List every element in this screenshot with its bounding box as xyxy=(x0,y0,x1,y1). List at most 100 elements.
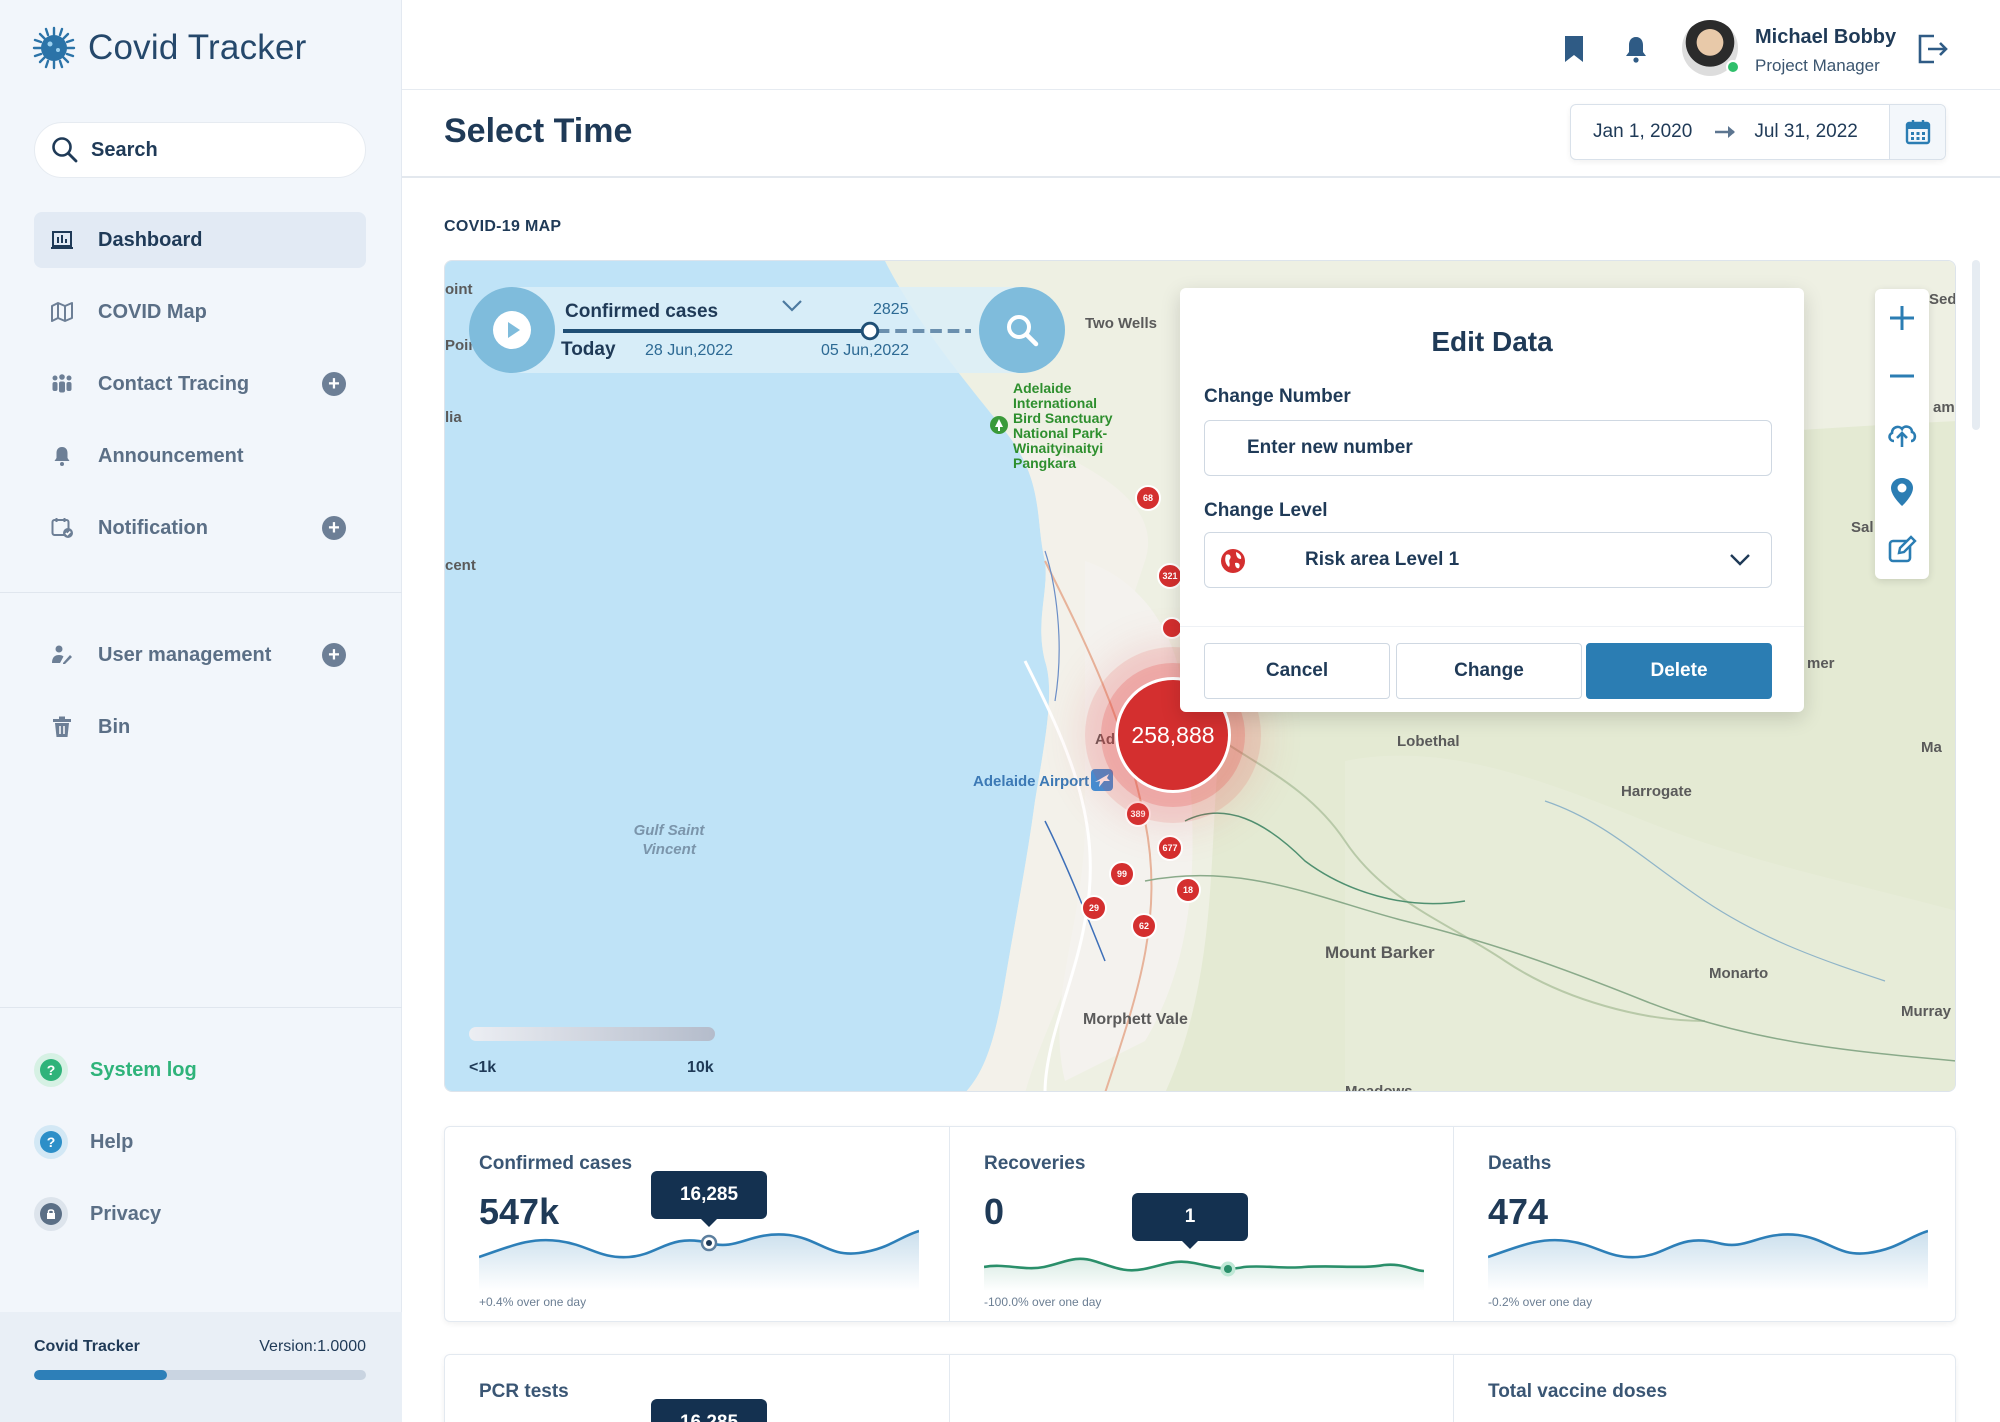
sidebar: Covid Tracker Search Dashboard COVID Map xyxy=(0,0,402,1422)
bell-icon[interactable] xyxy=(1622,34,1650,64)
sidebar-item-system-log[interactable]: ? System log xyxy=(34,1053,197,1087)
stat-card-change: -100.0% over one day xyxy=(984,1295,1102,1309)
map-label-murray: Murray xyxy=(1901,1003,1952,1020)
sidebar-item-contact-tracing[interactable]: Contact Tracing + xyxy=(34,356,366,412)
question-icon: ? xyxy=(34,1053,68,1087)
map-label-airport: Adelaide Airport xyxy=(973,773,1090,790)
sparkline-tooltip: 1 xyxy=(1132,1193,1248,1249)
sidebar-item-label: Dashboard xyxy=(98,228,203,251)
map-search-button[interactable] xyxy=(979,287,1065,373)
cluster-marker[interactable]: 68 xyxy=(1135,485,1161,511)
cluster-marker[interactable]: 389 xyxy=(1125,801,1151,827)
timeline-today-date: 28 Jun,2022 xyxy=(645,342,734,359)
zoom-in-button[interactable] xyxy=(1875,289,1929,347)
change-number-input[interactable] xyxy=(1204,420,1772,476)
user-name: Michael Bobby xyxy=(1755,26,1897,48)
avatar[interactable] xyxy=(1682,20,1740,76)
people-icon xyxy=(52,374,72,393)
sidebar-item-notification[interactable]: Notification + xyxy=(34,500,366,556)
location-button[interactable] xyxy=(1875,463,1929,521)
airport-icon xyxy=(1091,769,1113,791)
change-number-label: Change Number xyxy=(1204,386,1351,407)
cluster-marker[interactable]: 29 xyxy=(1081,895,1107,921)
dialog-footer: Cancel Change Delete xyxy=(1180,626,1804,712)
map-label-two-wells: Two Wells xyxy=(1085,315,1157,332)
date-from[interactable]: Jan 1, 2020 xyxy=(1593,121,1692,143)
date-range-picker[interactable]: Jan 1, 2020 Jul 31, 2022 xyxy=(1570,104,1946,160)
sparkline-chart xyxy=(479,1229,919,1291)
chevron-down-icon[interactable] xyxy=(781,299,803,313)
cluster-marker[interactable]: 99 xyxy=(1109,861,1135,887)
sparkline-tooltip: 16,285 xyxy=(651,1399,767,1422)
top-bar: Michael Bobby Project Manager xyxy=(402,0,2000,90)
edit-data-dialog: Edit Data Change Number Change Level Ris… xyxy=(1180,288,1804,712)
search-box[interactable]: Search xyxy=(34,122,366,178)
trash-icon xyxy=(53,716,71,737)
add-notification-button[interactable]: + xyxy=(322,516,346,540)
stat-card-vaccine-doses[interactable]: Total vaccine doses xyxy=(1453,1355,1957,1422)
chart-icon xyxy=(51,231,73,249)
map-icon xyxy=(51,302,73,322)
logout-icon[interactable] xyxy=(1916,32,1950,66)
calendar-button[interactable] xyxy=(1889,105,1945,159)
date-to[interactable]: Jul 31, 2022 xyxy=(1754,121,1858,143)
edit-button[interactable] xyxy=(1875,521,1929,579)
app-logo[interactable]: Covid Tracker xyxy=(32,26,307,70)
stat-card-title: PCR tests xyxy=(479,1381,569,1402)
page-scrollbar[interactable] xyxy=(1972,260,1980,430)
sidebar-item-dashboard[interactable]: Dashboard xyxy=(34,212,366,268)
map-legend-gradient xyxy=(469,1027,715,1041)
play-icon xyxy=(493,311,531,349)
sidebar-divider xyxy=(0,1007,402,1008)
stats-cards-row-2: PCR tests 16,285 Total vaccine doses xyxy=(444,1354,1956,1422)
plus-icon xyxy=(1890,306,1914,330)
play-button[interactable] xyxy=(469,287,555,373)
sidebar-item-label: System log xyxy=(90,1058,197,1081)
chevron-down-icon xyxy=(1730,554,1750,566)
version-progress-fill xyxy=(34,1370,167,1380)
globe-risk-icon xyxy=(1221,549,1245,573)
cluster-marker[interactable]: 677 xyxy=(1157,835,1183,861)
add-user-button[interactable]: + xyxy=(322,643,346,667)
map-toolbar xyxy=(1875,289,1929,579)
map-label-mer: mer xyxy=(1807,655,1835,672)
sidebar-item-label: COVID Map xyxy=(98,300,207,323)
delete-button[interactable]: Delete xyxy=(1586,643,1772,699)
lock-icon xyxy=(34,1197,68,1231)
sidebar-item-help[interactable]: ? Help xyxy=(34,1125,133,1159)
map-label-morphett-vale: Morphett Vale xyxy=(1083,1011,1188,1028)
zoom-out-button[interactable] xyxy=(1875,347,1929,405)
map-label-mount-barker: Mount Barker xyxy=(1325,943,1435,962)
sidebar-item-announcement[interactable]: Announcement xyxy=(34,428,366,484)
cluster-marker[interactable]: 62 xyxy=(1131,913,1157,939)
add-contact-tracing-button[interactable]: + xyxy=(322,372,346,396)
cancel-button[interactable]: Cancel xyxy=(1204,643,1390,699)
edit-icon xyxy=(1888,535,1917,563)
map-label-ma: Ma xyxy=(1921,739,1942,756)
sparkline-tooltip: 16,285 xyxy=(651,1171,767,1227)
map-label-harrogate: Harrogate xyxy=(1621,783,1692,800)
stat-card-recoveries[interactable]: Recoveries 0 1 -100.0% over one day xyxy=(949,1127,1453,1321)
stat-card-pcr-tests[interactable]: PCR tests 16,285 xyxy=(445,1355,949,1422)
footer-app-name: Covid Tracker xyxy=(34,1338,140,1355)
cluster-marker[interactable]: 18 xyxy=(1175,877,1201,903)
sidebar-item-bin[interactable]: Bin xyxy=(34,699,366,755)
timeline-control: Confirmed cases 2825 Today 28 Jun,2022 0… xyxy=(469,287,1065,373)
timeline-slider[interactable] xyxy=(563,319,971,343)
sidebar-item-user-management[interactable]: User management + xyxy=(34,627,366,683)
stat-card-empty[interactable] xyxy=(949,1355,1453,1422)
bookmark-icon[interactable] xyxy=(1562,34,1586,64)
stat-card-title: Total vaccine doses xyxy=(1488,1381,1668,1402)
online-status-dot xyxy=(1726,60,1740,74)
change-button[interactable]: Change xyxy=(1396,643,1582,699)
sidebar-item-privacy[interactable]: Privacy xyxy=(34,1197,161,1231)
sidebar-item-label: Announcement xyxy=(98,444,244,467)
sidebar-item-label: Privacy xyxy=(90,1202,162,1225)
stat-card-confirmed[interactable]: Confirmed cases 547k 16,285 +0.4% over o… xyxy=(445,1127,949,1321)
upload-button[interactable] xyxy=(1875,405,1929,463)
location-pin-icon xyxy=(1891,478,1913,506)
stat-card-deaths[interactable]: Deaths 474 -0.2% over one day xyxy=(1453,1127,1957,1321)
risk-level-select[interactable]: Risk area Level 1 xyxy=(1204,532,1772,588)
map-label-lia: lia xyxy=(445,409,462,426)
sidebar-item-covid-map[interactable]: COVID Map xyxy=(34,284,366,340)
